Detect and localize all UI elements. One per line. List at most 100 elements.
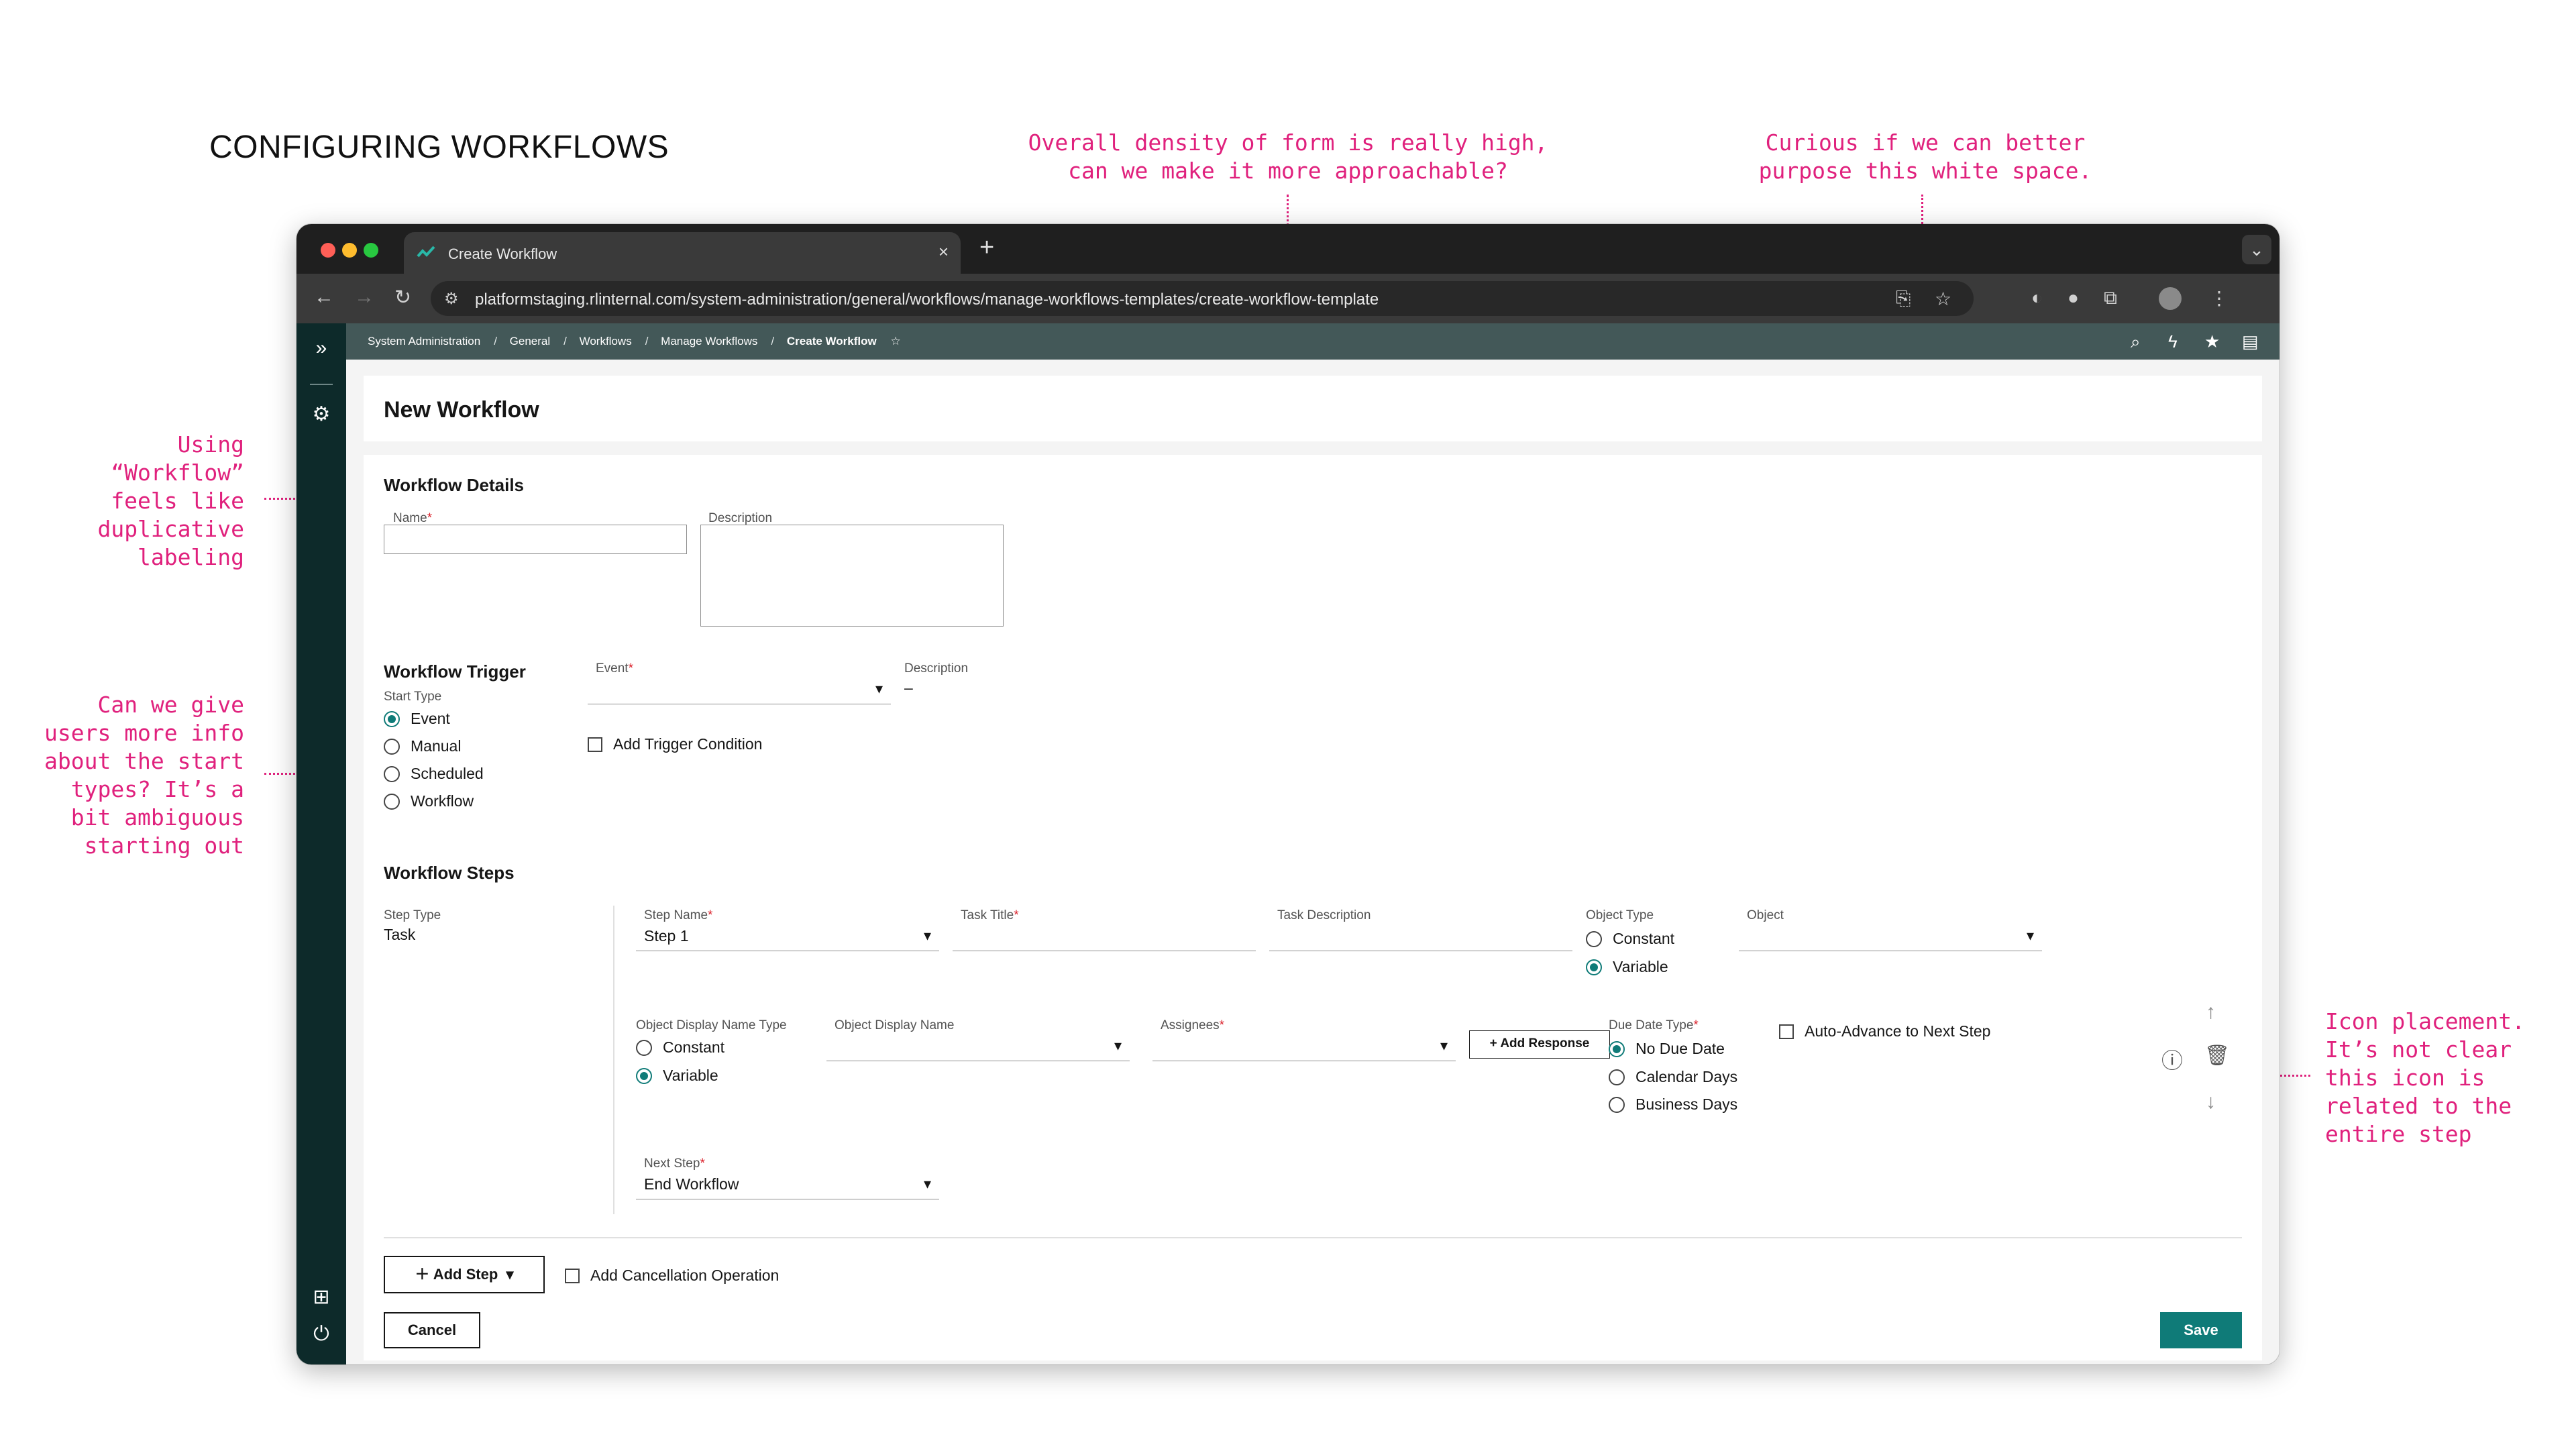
delete-step-trash-icon[interactable]: 🗑 — [2204, 1044, 2230, 1067]
move-step-down-icon[interactable]: ↓ — [2206, 1091, 2216, 1114]
breadcrumb-manage-workflows[interactable]: Manage Workflows — [661, 335, 757, 347]
cancel-button[interactable]: Cancel — [384, 1312, 480, 1348]
page-heading: CONFIGURING WORKFLOWS — [209, 129, 669, 165]
forward-arrow-icon[interactable]: → — [354, 286, 374, 309]
details-description-textarea[interactable] — [700, 525, 1004, 627]
start-type-event-radio[interactable]: Event — [384, 710, 450, 728]
due-date-type-label: Due Date Type* — [1609, 1018, 1699, 1032]
address-toolbar: ← → ↻ ⚙ platformstaging.rlinternal.com/s… — [297, 274, 2279, 323]
steps-footer-divider — [384, 1237, 2242, 1238]
trigger-description-value: – — [904, 679, 913, 696]
window-maximize-dot[interactable] — [364, 243, 378, 258]
display-name-select[interactable] — [826, 1032, 1130, 1061]
step-info-icon[interactable]: ⓘ — [2161, 1044, 2183, 1075]
task-description-input[interactable] — [1269, 922, 1572, 951]
install-app-icon[interactable]: ⎘ — [1896, 288, 1911, 310]
app-favicon-icon — [417, 246, 435, 258]
tab-title: Create Workflow — [448, 246, 557, 262]
extension-2-icon[interactable]: ● — [2068, 287, 2079, 309]
details-description-label: Description — [708, 511, 773, 525]
reload-icon[interactable]: ↻ — [394, 286, 411, 309]
auto-advance-checkbox[interactable]: Auto-Advance to Next Step — [1779, 1022, 1990, 1040]
add-cancellation-checkbox[interactable]: Add Cancellation Operation — [565, 1267, 779, 1285]
extensions-puzzle-icon[interactable]: ⧉ — [2104, 287, 2117, 309]
next-step-label: Next Step* — [644, 1157, 705, 1171]
window-close-dot[interactable] — [321, 243, 335, 258]
tab-bar: Create Workflow × + ⌄ — [297, 224, 2279, 274]
display-name-label: Object Display Name — [835, 1018, 955, 1032]
page-header-card: New Workflow — [364, 376, 2262, 441]
move-step-up-icon[interactable]: ↑ — [2206, 1001, 2216, 1024]
extension-1-icon[interactable]: ◐ — [2031, 287, 2043, 309]
due-date-none-radio[interactable]: No Due Date — [1609, 1040, 1725, 1058]
search-icon[interactable]: ⌕ — [2131, 331, 2141, 353]
new-tab-button[interactable]: + — [979, 233, 994, 262]
task-description-label: Task Description — [1277, 908, 1371, 922]
add-response-button[interactable]: + Add Response — [1469, 1030, 1610, 1059]
browser-window: Create Workflow × + ⌄ ← → ↻ ⚙ platformst… — [297, 224, 2279, 1364]
display-name-variable-radio[interactable]: Variable — [636, 1067, 718, 1085]
favorite-star-icon[interactable]: ☆ — [890, 335, 900, 347]
step-name-input[interactable]: Step 1 — [636, 922, 939, 951]
site-settings-icon[interactable]: ⚙ — [444, 289, 459, 309]
event-label: Event* — [596, 661, 633, 676]
breadcrumb-workflows[interactable]: Workflows — [580, 335, 632, 347]
workflow-steps-title: Workflow Steps — [384, 863, 515, 883]
name-label: Name* — [393, 511, 433, 525]
favorites-star-icon[interactable]: ★ — [2204, 331, 2220, 352]
lightning-icon[interactable]: ϟ — [2168, 331, 2178, 352]
step-type-label: Step Type — [384, 908, 441, 922]
object-type-constant-radio[interactable]: Constant — [1586, 930, 1674, 948]
trigger-description-label: Description — [904, 661, 969, 676]
url-text: platformstaging.rlinternal.com/system-ad… — [475, 290, 1379, 309]
browser-tab[interactable]: Create Workflow × — [404, 232, 961, 274]
display-name-constant-radio[interactable]: Constant — [636, 1038, 724, 1057]
object-type-label: Object Type — [1586, 908, 1654, 922]
workspace-icon[interactable]: ▤ — [2242, 331, 2259, 352]
app-area: » ⚙ ⊞ ⏻ System Administration / General / … — [297, 323, 2279, 1364]
back-arrow-icon[interactable]: ← — [314, 286, 334, 309]
annotation-density: Overall density of form is really high, … — [1028, 129, 1548, 184]
start-type-manual-radio[interactable]: Manual — [384, 737, 461, 755]
object-select[interactable] — [1739, 922, 2042, 951]
breadcrumb-current: Create Workflow — [786, 335, 877, 347]
profile-avatar[interactable] — [2159, 287, 2182, 310]
nav-divider — [310, 384, 333, 385]
start-type-label: Start Type — [384, 690, 442, 704]
browser-menu-icon[interactable]: ⋮ — [2210, 287, 2229, 309]
display-name-type-label: Object Display Name Type — [636, 1018, 787, 1032]
apps-grid-icon[interactable]: ⊞ — [297, 1285, 346, 1309]
workflow-details-title: Workflow Details — [384, 475, 525, 495]
name-input[interactable] — [384, 525, 687, 554]
step-type-value: Task — [384, 926, 416, 943]
next-step-select[interactable]: End Workflow — [636, 1170, 939, 1199]
event-select[interactable] — [588, 675, 891, 704]
object-label: Object — [1747, 908, 1784, 922]
address-bar[interactable]: ⚙ platformstaging.rlinternal.com/system-… — [431, 281, 1974, 316]
tab-search-chevron-icon[interactable]: ⌄ — [2242, 235, 2271, 264]
bookmark-star-icon[interactable]: ☆ — [1935, 288, 1951, 310]
save-button[interactable]: Save — [2160, 1312, 2242, 1348]
add-trigger-condition-checkbox[interactable]: Add Trigger Condition — [588, 735, 762, 753]
window-minimize-dot[interactable] — [342, 243, 357, 258]
object-type-variable-radio[interactable]: Variable — [1586, 958, 1668, 976]
notifications-bell-icon[interactable]: ♪ — [2278, 331, 2279, 352]
due-date-business-radio[interactable]: Business Days — [1609, 1095, 1737, 1114]
breadcrumb-system-administration[interactable]: System Administration — [368, 335, 480, 347]
tab-close-icon[interactable]: × — [938, 241, 949, 262]
annotation-start-types: Can we give users more info about the st… — [44, 692, 244, 859]
settings-gear-icon[interactable]: ⚙ — [297, 402, 346, 426]
assignees-label: Assignees* — [1161, 1018, 1225, 1032]
task-title-input[interactable] — [953, 922, 1256, 951]
expand-nav-icon[interactable]: » — [297, 337, 346, 360]
left-nav-rail: » ⚙ ⊞ ⏻ — [297, 323, 346, 1364]
step-divider — [613, 906, 614, 1214]
breadcrumb-general[interactable]: General — [510, 335, 550, 347]
workflow-form: Workflow Details Name* Description Workf… — [364, 455, 2262, 1360]
start-type-scheduled-radio[interactable]: Scheduled — [384, 765, 484, 783]
due-date-calendar-radio[interactable]: Calendar Days — [1609, 1068, 1737, 1086]
power-icon[interactable]: ⏻ — [297, 1323, 346, 1346]
start-type-workflow-radio[interactable]: Workflow — [384, 792, 474, 810]
add-step-button[interactable]: ＋ Add Step ▾ — [384, 1256, 545, 1293]
assignees-input[interactable] — [1152, 1032, 1456, 1061]
